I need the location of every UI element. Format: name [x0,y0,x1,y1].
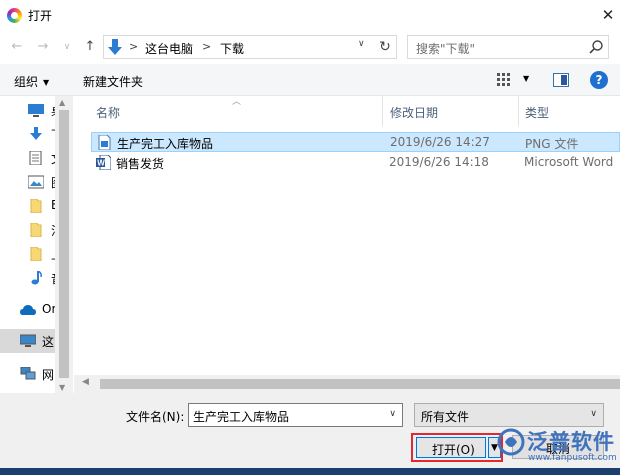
file-row[interactable]: 生产完工入库物品 2019/6/26 14:27 PNG 文件 [91,132,620,152]
svg-text:W: W [97,159,105,168]
new-folder-button[interactable]: 新建文件夹 [83,73,143,90]
file-type-filter-value: 所有文件 [421,410,470,424]
brand-name: 泛普软件 [527,430,615,454]
word-file-icon: W [96,155,111,170]
organize-menu[interactable]: 组织 ▼ [14,73,49,90]
open-button-highlight: 打开(O) ▼ [411,433,503,462]
horizontal-scrollbar[interactable]: ◀ [74,375,620,393]
column-header-type[interactable]: 类型 [525,104,549,121]
sidebar-item-folder-e[interactable]: E [0,194,56,218]
sidebar-item-label: 网 [42,368,55,382]
app-icon [7,8,22,23]
sidebar-item-network[interactable]: 网 [0,362,56,386]
file-type: PNG 文件 [525,137,579,151]
help-icon[interactable]: ? [590,71,608,89]
breadcrumb-downloads[interactable]: 下载 [220,40,244,57]
back-button[interactable]: ← [7,37,27,57]
music-icon [31,271,42,285]
window-title: 打开 [28,9,53,23]
taskbar-strip [0,468,620,475]
caret-down-icon: ▼ [43,78,50,87]
sidebar-item-this-pc[interactable]: 这 [0,329,56,353]
view-caret-icon[interactable]: ▼ [523,74,529,83]
open-button[interactable]: 打开(O) [416,437,486,458]
folder-icon [30,199,42,213]
forward-button[interactable]: → [33,37,53,57]
close-button[interactable]: ✕ [596,3,620,27]
brand-logo-icon [497,428,525,456]
column-header-name[interactable]: 名称 [96,104,120,121]
column-divider[interactable] [382,96,383,126]
file-name: 销售发货 [116,157,165,171]
documents-icon [29,151,42,165]
organize-label: 组织 [14,75,39,89]
file-modified: 2019/6/26 14:27 [390,135,490,149]
onedrive-icon [20,305,36,315]
breadcrumb-this-pc[interactable]: 这台电脑 [145,40,193,57]
sidebar-item-label: 这 [42,335,55,349]
scroll-left-icon[interactable]: ◀ [82,377,89,387]
view-options-icon[interactable] [497,73,513,86]
recent-locations-button[interactable]: ∨ [57,37,77,57]
column-header-modified[interactable]: 修改日期 [390,104,438,121]
scroll-up-icon[interactable]: ▲ [59,98,65,107]
file-modified: 2019/6/26 14:18 [389,155,489,169]
scrollbar-thumb[interactable] [59,110,69,378]
download-icon [30,127,42,140]
chevron-down-icon[interactable]: ∨ [389,409,396,419]
download-folder-icon [108,39,122,55]
scrollbar-thumb[interactable] [100,379,620,389]
folder-icon [30,223,42,237]
address-dropdown-icon[interactable]: ∨ [358,39,365,49]
search-icon[interactable] [588,39,604,55]
command-toolbar: 组织 ▼ 新建文件夹 ▼ ? [0,64,620,96]
address-row: ← → ∨ ↑ > 这台电脑 > 下载 ∨ ↻ 搜索"下载" [0,31,620,64]
png-file-icon [98,135,111,150]
navigation-pane: 桌 下 文 图 E 法 上 音 Or 这 网 [0,96,56,396]
folder-icon [30,247,42,261]
sidebar-item-desktop[interactable]: 桌 [0,98,56,122]
search-placeholder: 搜索"下载" [416,42,476,56]
sidebar-item-folder-shang[interactable]: 上 [0,242,56,266]
breadcrumb-separator: > [202,40,212,53]
sidebar-item-pictures[interactable]: 图 [0,170,56,194]
file-type: Microsoft Word [524,155,614,169]
sort-ascending-icon: ︿ [232,97,242,107]
filename-input[interactable]: 生产完工入库物品 ∨ [188,403,403,427]
sidebar-item-folder-fa[interactable]: 法 [0,218,56,242]
open-button-label: 打开(O) [432,443,475,457]
sidebar-item-documents[interactable]: 文 [0,146,56,170]
scroll-down-icon[interactable]: ▼ [59,383,65,392]
this-pc-icon [20,334,36,347]
preview-pane-icon[interactable] [553,73,569,87]
filename-value: 生产完工入库物品 [193,410,290,424]
sidebar-item-music[interactable]: 音 [0,266,56,290]
refresh-button[interactable]: ↻ [374,37,396,57]
address-bar[interactable]: > 这台电脑 > 下载 ∨ ↻ [103,35,397,59]
breadcrumb-separator: > [129,40,139,53]
title-bar: 打开 ✕ [0,0,620,31]
brand-watermark: 泛普软件 www.fanpusoft.com [493,424,617,468]
sidebar-item-onedrive[interactable]: Or [0,298,56,322]
column-divider[interactable] [518,96,519,126]
search-box[interactable]: 搜索"下载" [407,35,609,59]
file-row[interactable]: W 销售发货 2019/6/26 14:18 Microsoft Word [91,153,620,173]
sidebar-item-downloads[interactable]: 下 [0,122,56,146]
file-list: ︿ 名称 修改日期 类型 生产完工入库物品 2019/6/26 14:27 PN… [74,96,620,396]
sidebar-item-label: Or [42,302,56,316]
chevron-down-icon[interactable]: ∨ [590,409,597,419]
up-button[interactable]: ↑ [80,37,100,57]
pictures-icon [28,175,44,189]
navigation-scrollbar[interactable]: ▲ ▼ [55,96,73,396]
brand-url: www.fanpusoft.com [528,453,617,463]
desktop-icon [28,104,44,117]
file-name: 生产完工入库物品 [117,137,214,151]
filename-label: 文件名(N): [126,410,185,424]
network-icon [20,367,36,380]
